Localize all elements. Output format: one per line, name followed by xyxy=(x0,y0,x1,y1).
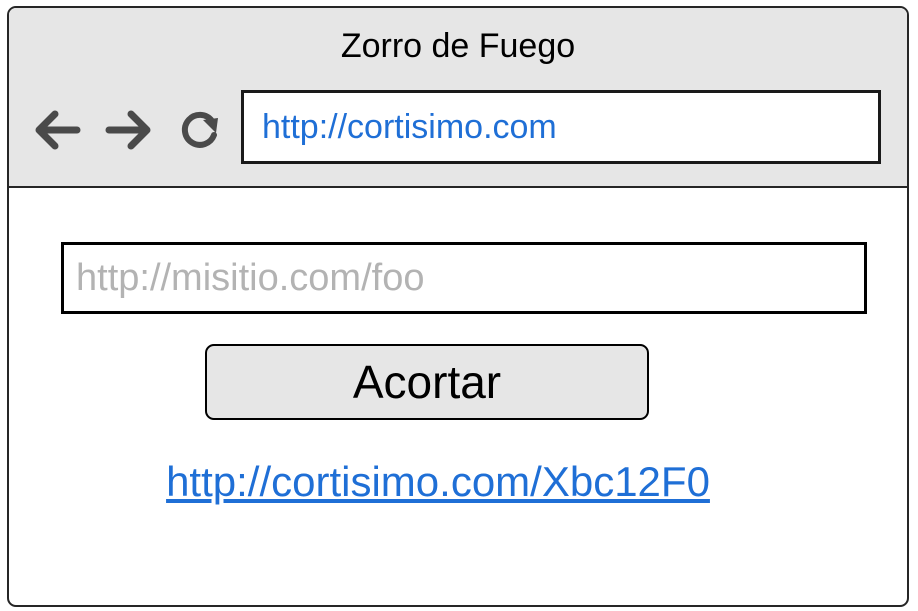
back-button[interactable] xyxy=(31,104,83,156)
address-bar[interactable]: http://cortisimo.com xyxy=(241,90,881,164)
browser-chrome: Zorro de Fuego http://cortisimo.com xyxy=(9,8,907,188)
long-url-input[interactable] xyxy=(61,242,867,314)
window-title: Zorro de Fuego xyxy=(340,27,576,65)
browser-window: Zorro de Fuego http://cortisimo.com Acor… xyxy=(7,6,909,607)
reload-icon xyxy=(181,111,218,148)
arrow-right-icon xyxy=(105,110,151,150)
shorten-button[interactable]: Acortar xyxy=(205,344,649,420)
forward-button[interactable] xyxy=(103,104,155,156)
arrow-left-icon xyxy=(35,110,81,150)
reload-button[interactable] xyxy=(174,104,226,156)
short-url-link[interactable]: http://cortisimo.com/Xbc12F0 xyxy=(9,458,867,506)
